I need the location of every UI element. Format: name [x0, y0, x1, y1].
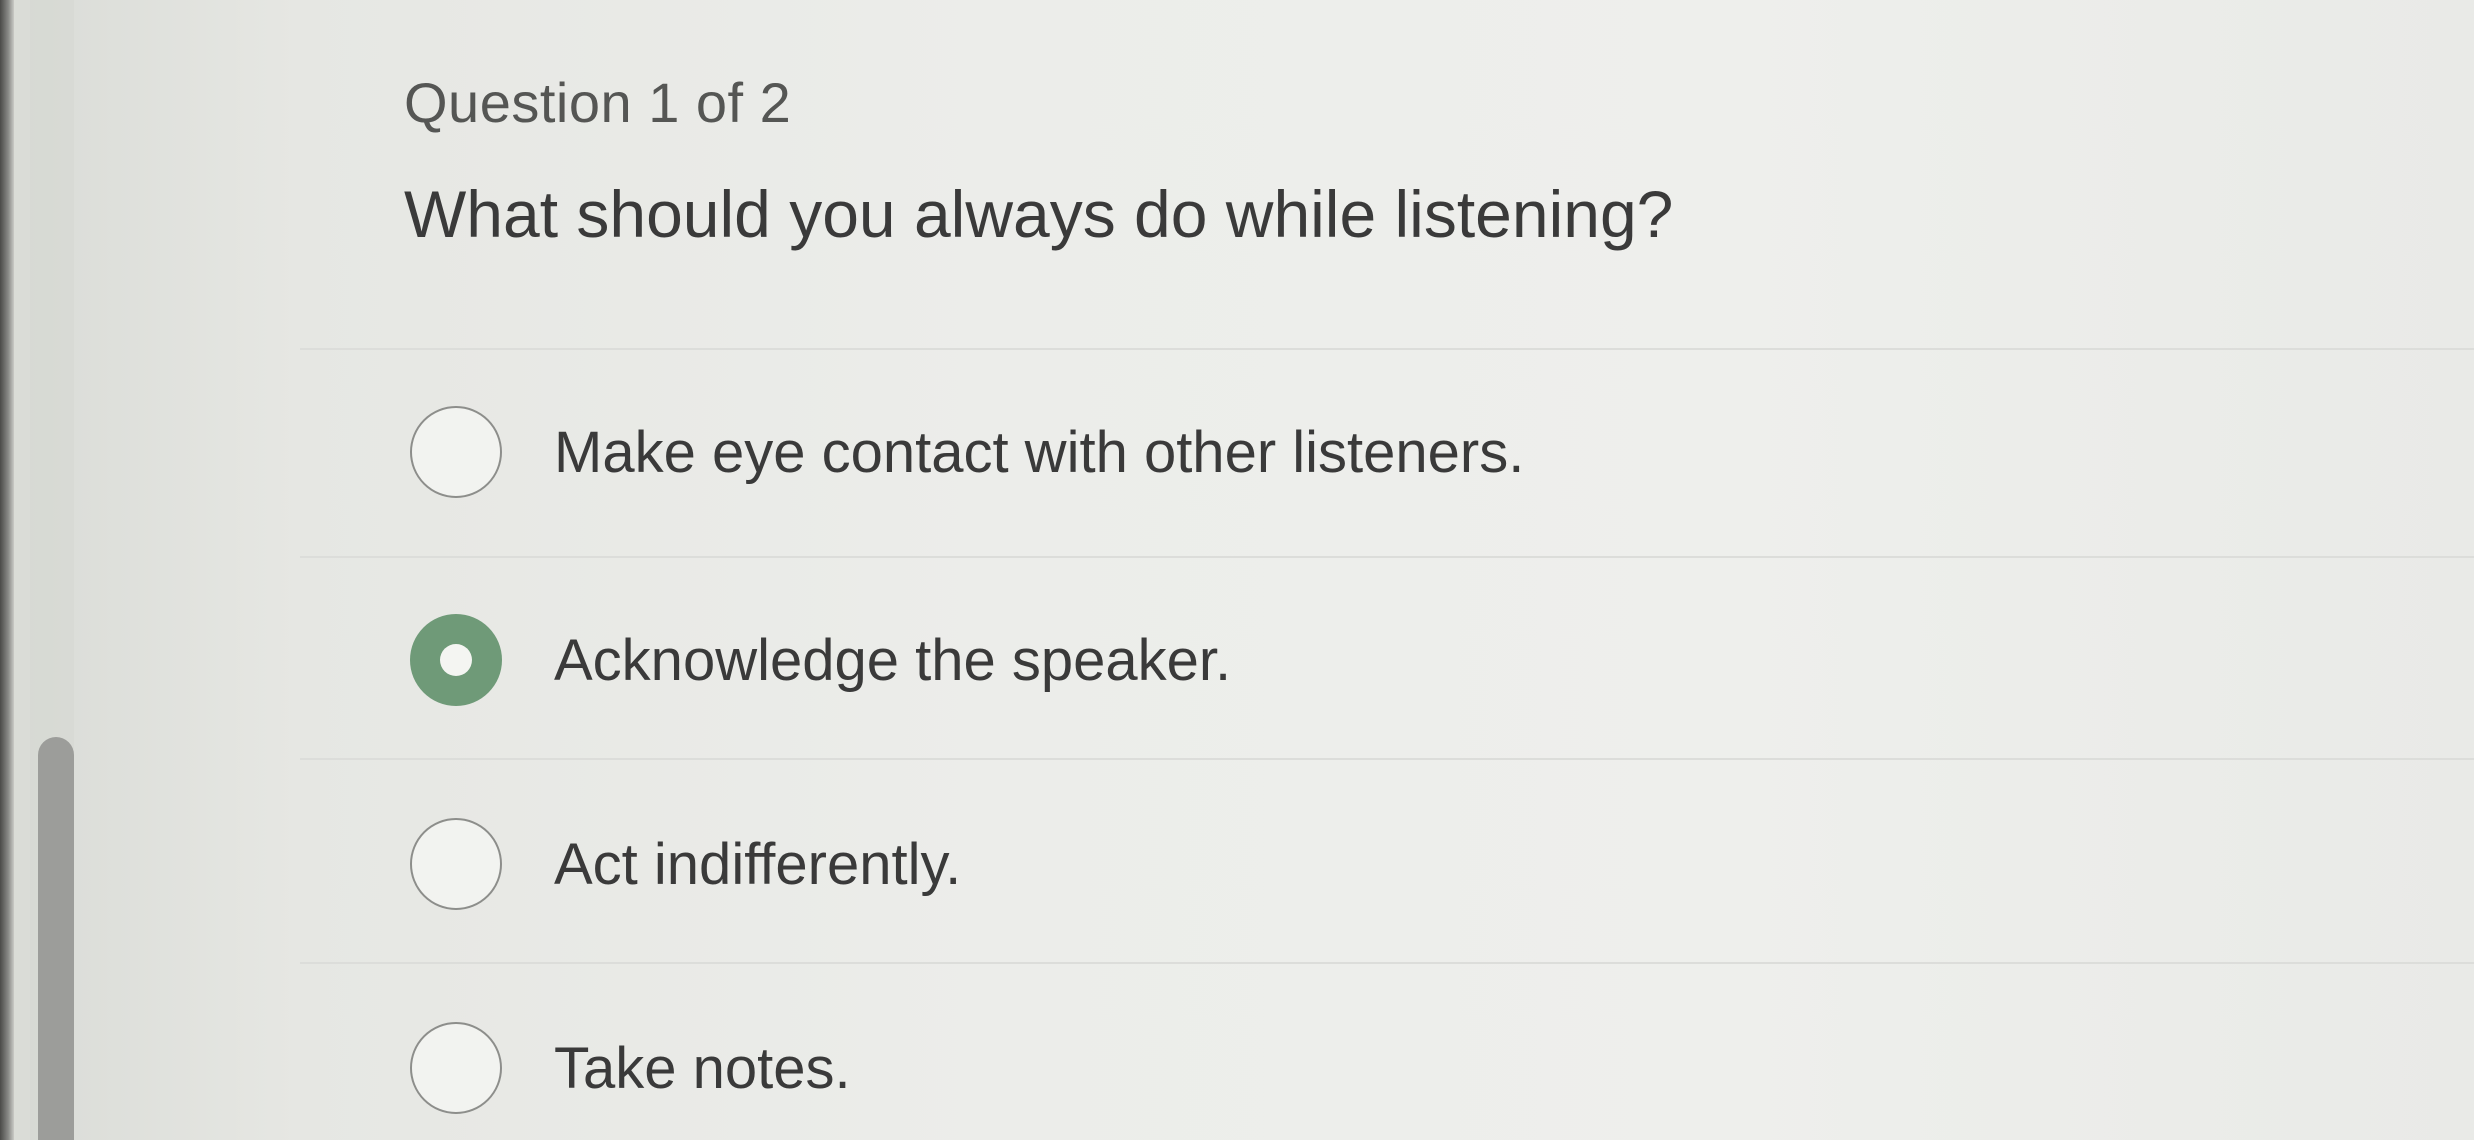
divider	[300, 348, 2474, 350]
radio-button[interactable]	[410, 1022, 502, 1114]
question-counter: Question 1 of 2	[404, 71, 792, 134]
divider	[300, 758, 2474, 760]
question-panel: Question 1 of 2 What should you always d…	[300, 0, 2474, 1140]
divider	[300, 556, 2474, 558]
scrollbar-thumb[interactable]	[38, 737, 74, 1140]
divider	[300, 962, 2474, 964]
answer-label: Act indifferently.	[554, 831, 962, 897]
screen-edge	[0, 0, 14, 1140]
answer-label: Acknowledge the speaker.	[554, 627, 1232, 693]
answer-label: Make eye contact with other listeners.	[554, 419, 1525, 485]
answer-option-2[interactable]: Acknowledge the speaker.	[410, 600, 2010, 720]
answer-option-3[interactable]: Act indifferently.	[410, 804, 2010, 924]
question-text: What should you always do while listenin…	[404, 177, 1674, 251]
answer-option-4[interactable]: Take notes.	[410, 1008, 2010, 1128]
radio-button[interactable]	[410, 406, 502, 498]
radio-button[interactable]	[410, 818, 502, 910]
radio-button-selected[interactable]	[410, 614, 502, 706]
answer-option-1[interactable]: Make eye contact with other listeners.	[410, 392, 2010, 512]
answer-label: Take notes.	[554, 1035, 851, 1101]
